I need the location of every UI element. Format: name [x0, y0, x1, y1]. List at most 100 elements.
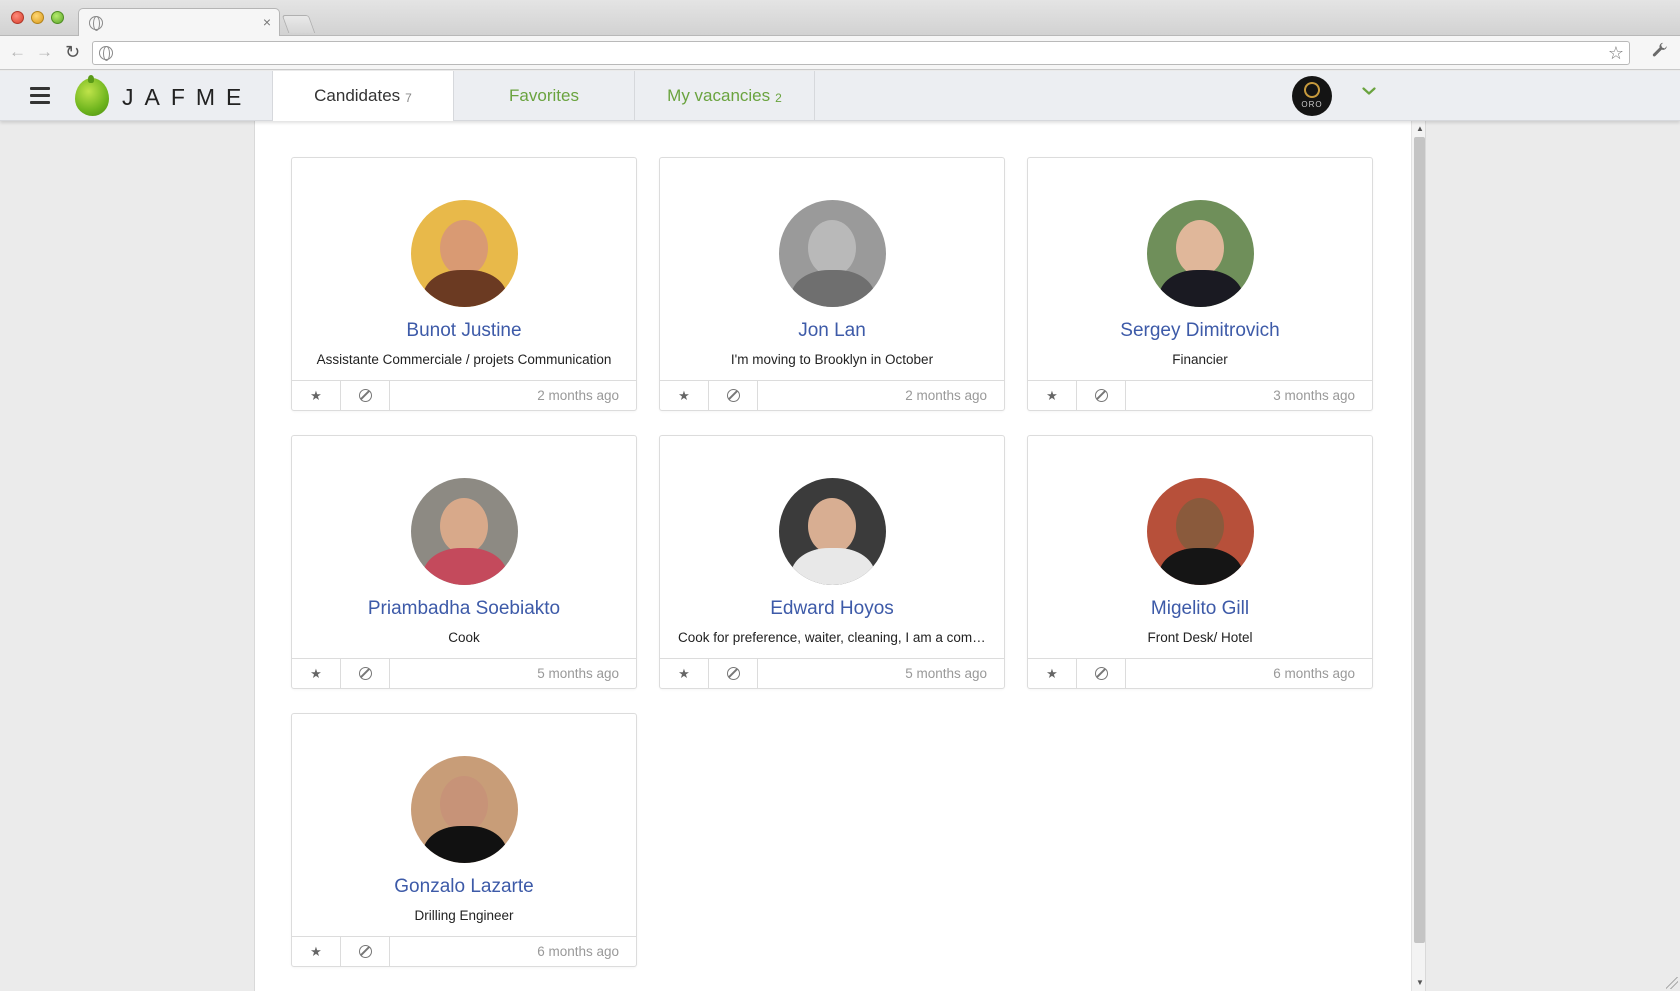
candidate-card[interactable]: Gonzalo Lazarte Drilling Engineer ★ 6 mo…: [291, 713, 637, 967]
favorite-button[interactable]: ★: [292, 659, 341, 688]
candidate-card-footer: ★ 5 months ago: [660, 658, 1004, 688]
jafme-logo[interactable]: JAFME: [75, 75, 245, 116]
logo-text: JAFME: [122, 84, 253, 110]
app-header: JAFME Candidates 7 Favorites My vacancie…: [0, 71, 1680, 121]
candidate-subtitle: Front Desk/ Hotel: [1147, 630, 1253, 645]
candidate-card-body[interactable]: Priambadha Soebiakto Cook: [292, 436, 636, 660]
block-button[interactable]: [1077, 381, 1126, 410]
candidate-avatar[interactable]: [410, 200, 518, 307]
scroll-thumb[interactable]: [1414, 137, 1425, 943]
scroll-down-arrow-icon[interactable]: ▼: [1416, 978, 1424, 988]
bookmark-star-icon[interactable]: ☆: [1608, 43, 1624, 63]
candidate-avatar[interactable]: [1146, 200, 1254, 307]
star-icon: ★: [310, 665, 322, 681]
block-button[interactable]: [341, 937, 390, 966]
new-tab-button[interactable]: [281, 15, 316, 33]
candidate-card[interactable]: Sergey Dimitrovich Financier ★ 3 months …: [1027, 157, 1373, 411]
avatar-head-shape: [439, 498, 488, 554]
avatar-body-shape: [790, 548, 875, 585]
candidate-name[interactable]: Priambadha Soebiakto: [292, 598, 636, 620]
avatar-head-shape: [1175, 220, 1224, 276]
avatar-head-shape: [439, 776, 488, 832]
candidate-avatar[interactable]: [1146, 478, 1254, 585]
back-arrow-icon[interactable]: ←: [9, 42, 26, 62]
oro-ring-logo: [1301, 79, 1323, 101]
candidate-card-footer: ★ 3 months ago: [1028, 380, 1372, 410]
favorite-button[interactable]: ★: [292, 937, 341, 966]
candidate-avatar[interactable]: [778, 200, 886, 307]
candidate-card[interactable]: Bunot Justine Assistante Commerciale / p…: [291, 157, 637, 411]
block-icon: [726, 389, 740, 402]
scroll-up-arrow-icon[interactable]: ▲: [1416, 124, 1424, 134]
candidate-name[interactable]: Gonzalo Lazarte: [292, 876, 636, 898]
candidate-card[interactable]: Priambadha Soebiakto Cook ★ 5 months ago: [291, 435, 637, 689]
candidate-name[interactable]: Edward Hoyos: [660, 598, 1004, 620]
favorite-button[interactable]: ★: [660, 659, 709, 688]
candidate-card-body[interactable]: Gonzalo Lazarte Drilling Engineer: [292, 714, 636, 938]
window-minimize-button[interactable]: [31, 11, 44, 24]
candidate-card-body[interactable]: Bunot Justine Assistante Commerciale / p…: [292, 158, 636, 382]
star-icon: ★: [310, 943, 322, 959]
candidate-card-footer: ★ 2 months ago: [660, 380, 1004, 410]
candidate-avatar[interactable]: [410, 478, 518, 585]
star-icon: ★: [1046, 387, 1058, 403]
block-icon: [726, 667, 740, 680]
candidate-name[interactable]: Jon Lan: [660, 320, 1004, 342]
star-icon: ★: [678, 387, 690, 403]
hamburger-menu-icon[interactable]: [30, 87, 50, 104]
candidate-time: 2 months ago: [905, 388, 987, 403]
candidate-card-body[interactable]: Migelito Gill Front Desk/ Hotel: [1028, 436, 1372, 660]
favorite-button[interactable]: ★: [1028, 659, 1077, 688]
window-resize-grip[interactable]: [1666, 977, 1678, 989]
avatar-head-shape: [807, 220, 856, 276]
candidate-card[interactable]: Migelito Gill Front Desk/ Hotel ★ 6 mont…: [1027, 435, 1373, 689]
candidate-avatar[interactable]: [410, 756, 518, 863]
block-button[interactable]: [709, 381, 758, 410]
block-button[interactable]: [341, 659, 390, 688]
avatar-body-shape: [1158, 548, 1243, 585]
candidate-name[interactable]: Bunot Justine: [292, 320, 636, 342]
candidate-card-footer: ★ 6 months ago: [1028, 658, 1372, 688]
candidate-card[interactable]: Jon Lan I'm moving to Brooklyn in Octobe…: [659, 157, 1005, 411]
block-button[interactable]: [709, 659, 758, 688]
block-button[interactable]: [341, 381, 390, 410]
forward-arrow-icon[interactable]: →: [36, 42, 53, 62]
block-icon: [1094, 389, 1108, 402]
candidate-card-body[interactable]: Edward Hoyos Cook for preference, waiter…: [660, 436, 1004, 660]
block-button[interactable]: [1077, 659, 1126, 688]
tab-close-icon[interactable]: ×: [263, 13, 271, 31]
candidate-name[interactable]: Sergey Dimitrovich: [1028, 320, 1372, 342]
user-avatar[interactable]: ORO: [1292, 76, 1332, 116]
candidate-time: 5 months ago: [905, 666, 987, 681]
candidate-avatar[interactable]: [778, 478, 886, 585]
star-icon: ★: [1046, 665, 1058, 681]
tab-my-vacancies[interactable]: My vacancies 2: [634, 71, 815, 121]
wrench-icon[interactable]: [1651, 42, 1669, 64]
tab-favorites[interactable]: Favorites: [453, 71, 634, 121]
block-icon: [1094, 667, 1108, 680]
tab-candidates[interactable]: Candidates 7: [272, 71, 453, 121]
globe-icon: [99, 46, 113, 61]
address-bar[interactable]: ☆: [92, 41, 1630, 65]
tab-candidates-label: Candidates: [314, 86, 401, 105]
tab-candidates-count: 7: [405, 91, 412, 105]
favorite-button[interactable]: ★: [660, 381, 709, 410]
reload-icon[interactable]: ↻: [65, 42, 80, 62]
avatar-head-shape: [807, 498, 856, 554]
chevron-down-icon[interactable]: [1362, 84, 1376, 98]
candidate-card-body[interactable]: Sergey Dimitrovich Financier: [1028, 158, 1372, 382]
candidate-name[interactable]: Migelito Gill: [1028, 598, 1372, 620]
vertical-scrollbar[interactable]: ▲ ▼: [1411, 121, 1425, 991]
avatar-head-shape: [1175, 498, 1224, 554]
window-maximize-button[interactable]: [51, 11, 64, 24]
candidate-card-body[interactable]: Jon Lan I'm moving to Brooklyn in Octobe…: [660, 158, 1004, 382]
candidate-time: 2 months ago: [537, 388, 619, 403]
avatar-head-shape: [439, 220, 488, 276]
candidate-card[interactable]: Edward Hoyos Cook for preference, waiter…: [659, 435, 1005, 689]
candidate-time: 6 months ago: [1273, 666, 1355, 681]
candidate-time: 5 months ago: [537, 666, 619, 681]
favorite-button[interactable]: ★: [1028, 381, 1077, 410]
browser-tab[interactable]: ×: [78, 8, 280, 37]
favorite-button[interactable]: ★: [292, 381, 341, 410]
window-close-button[interactable]: [11, 11, 24, 24]
